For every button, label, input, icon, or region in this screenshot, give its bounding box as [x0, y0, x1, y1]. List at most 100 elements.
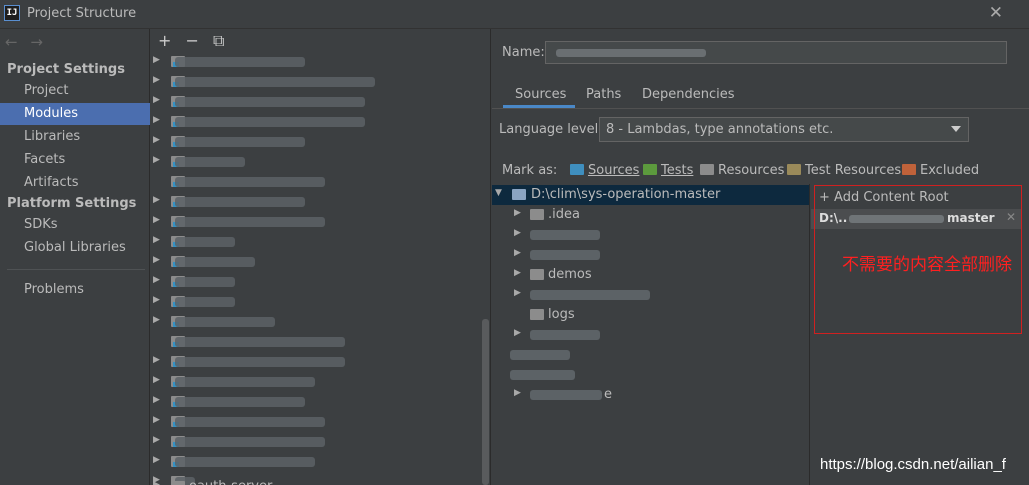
copy-module-icon[interactable]: ⧉ [213, 31, 224, 50]
expand-arrow-icon[interactable]: ▶ [153, 255, 160, 265]
sidebar-item-problems[interactable]: Problems [0, 279, 150, 301]
add-module-icon[interactable]: + [158, 31, 171, 50]
mark-resources-label: Resources [718, 163, 785, 178]
expand-arrow-icon[interactable]: ▶ [153, 195, 160, 205]
folder-icon [512, 189, 526, 200]
mark-excluded-button[interactable]: Excluded [902, 163, 979, 178]
tree-row-blurred[interactable] [492, 365, 809, 385]
expand-arrow-icon[interactable]: ▶ [514, 248, 521, 258]
expand-arrow-icon[interactable]: ▶ [153, 135, 160, 145]
expand-arrow-icon[interactable]: ▶ [153, 115, 160, 125]
expand-arrow-icon[interactable]: ▶ [153, 235, 160, 245]
module-row[interactable]: ▶ [151, 372, 381, 392]
tree-row-blurred[interactable]: ▶ [492, 325, 809, 345]
module-row[interactable]: ▶ [151, 132, 381, 152]
module-row[interactable]: ▶ [151, 392, 381, 412]
blurred-module-name [175, 197, 305, 207]
module-row[interactable]: ▶ [151, 272, 381, 292]
expand-arrow-icon[interactable]: ▶ [514, 228, 521, 238]
mark-resources-button[interactable]: Resources [700, 163, 784, 178]
blurred-folder-name [530, 250, 600, 260]
tab-sources[interactable]: Sources [515, 87, 566, 102]
expand-arrow-icon[interactable]: ▶ [153, 375, 160, 385]
module-row[interactable]: ▶ [151, 192, 381, 212]
expand-arrow-icon[interactable]: ▶ [153, 480, 160, 485]
module-row[interactable]: ▶ [151, 232, 381, 252]
expand-arrow-icon[interactable]: ▶ [514, 288, 521, 298]
back-arrow-icon[interactable]: ← [5, 33, 18, 51]
expand-arrow-icon[interactable]: ▶ [153, 455, 160, 465]
sidebar-item-artifacts[interactable]: Artifacts [0, 172, 150, 194]
module-row[interactable]: ▶ [151, 312, 381, 332]
settings-sidebar: ← → Project Settings Project Modules Lib… [0, 29, 150, 485]
module-row[interactable]: ▶ [151, 352, 381, 372]
blurred-module-name [175, 117, 365, 127]
expand-arrow-icon[interactable]: ▶ [153, 155, 160, 165]
expand-arrow-icon[interactable]: ▶ [153, 55, 160, 65]
expand-arrow-icon[interactable]: ▶ [153, 275, 160, 285]
sidebar-item-project[interactable]: Project [0, 80, 150, 102]
tab-paths[interactable]: Paths [586, 87, 621, 102]
tree-row-idea[interactable]: ▶ .idea [492, 205, 809, 225]
mark-tests-button[interactable]: Tests [643, 163, 693, 178]
tree-row-demos[interactable]: ▶ demos [492, 265, 809, 285]
tree-row-blurred[interactable]: ▶ [492, 225, 809, 245]
expand-arrow-icon[interactable]: ▶ [514, 208, 521, 218]
module-row[interactable]: ▶ [151, 432, 381, 452]
module-row[interactable]: ▶ [151, 452, 381, 472]
tree-row-blurred[interactable]: ▶ e [492, 385, 809, 405]
remove-module-icon[interactable]: − [186, 31, 199, 50]
expand-arrow-icon[interactable]: ▶ [153, 215, 160, 225]
module-row[interactable] [151, 172, 381, 192]
expand-arrow-icon[interactable]: ▶ [514, 328, 521, 338]
module-list-scrollbar[interactable] [482, 319, 489, 485]
expand-arrow-icon[interactable]: ▶ [153, 355, 160, 365]
tab-dependencies[interactable]: Dependencies [642, 87, 735, 102]
expand-arrow-icon[interactable]: ▶ [153, 395, 160, 405]
mark-sources-button[interactable]: Sources [570, 163, 639, 178]
expand-arrow-icon[interactable]: ▶ [153, 295, 160, 305]
expand-arrow-icon[interactable]: ▶ [153, 435, 160, 445]
test-resources-folder-icon [787, 164, 801, 175]
mark-test-resources-button[interactable]: Test Resources [787, 163, 901, 178]
sidebar-item-modules[interactable]: Modules [0, 103, 150, 125]
collapse-arrow-icon[interactable]: ▼ [495, 188, 502, 198]
close-icon[interactable]: ✕ [989, 3, 1003, 23]
tree-root-row[interactable]: ▼ D:\clim\sys-operation-master [492, 185, 809, 205]
module-row[interactable]: ▶ [151, 112, 381, 132]
blurred-module-name [175, 377, 315, 387]
blurred-module-name [175, 217, 325, 227]
tree-row-blurred[interactable] [492, 345, 809, 365]
module-row[interactable]: ▶ [151, 292, 381, 312]
module-name-input[interactable] [545, 41, 1007, 64]
sidebar-item-global-libraries[interactable]: Global Libraries [0, 237, 150, 259]
module-row[interactable]: ▶ [151, 52, 381, 72]
module-row[interactable]: ▶ [151, 72, 381, 92]
tree-row-logs[interactable]: logs [492, 305, 809, 325]
forward-arrow-icon[interactable]: → [30, 33, 43, 51]
sidebar-item-libraries[interactable]: Libraries [0, 126, 150, 148]
blurred-folder-name [510, 370, 575, 380]
expand-arrow-icon[interactable]: ▶ [514, 388, 521, 398]
module-row-oauth-server[interactable]: ▶ oauth-server [151, 477, 351, 485]
sidebar-item-sdks[interactable]: SDKs [0, 214, 150, 236]
module-row[interactable] [151, 332, 381, 352]
blurred-module-name [556, 49, 706, 57]
expand-arrow-icon[interactable]: ▶ [153, 415, 160, 425]
module-row[interactable]: ▶ [151, 152, 381, 172]
module-row[interactable]: ▶ [151, 412, 381, 432]
language-level-select[interactable]: 8 - Lambdas, type annotations etc. [599, 117, 969, 142]
sidebar-item-facets[interactable]: Facets [0, 149, 150, 171]
blurred-module-name [175, 457, 315, 467]
blurred-module-name [175, 257, 255, 267]
tree-row-blurred[interactable]: ▶ [492, 245, 809, 265]
expand-arrow-icon[interactable]: ▶ [153, 95, 160, 105]
tree-row-blurred[interactable]: ▶ [492, 285, 809, 305]
module-row[interactable]: ▶ [151, 212, 381, 232]
module-row[interactable]: ▶ [151, 252, 381, 272]
expand-arrow-icon[interactable]: ▶ [514, 268, 521, 278]
module-row[interactable]: ▶ [151, 92, 381, 112]
language-level-value: 8 - Lambdas, type annotations etc. [606, 122, 834, 137]
expand-arrow-icon[interactable]: ▶ [153, 75, 160, 85]
expand-arrow-icon[interactable]: ▶ [153, 315, 160, 325]
